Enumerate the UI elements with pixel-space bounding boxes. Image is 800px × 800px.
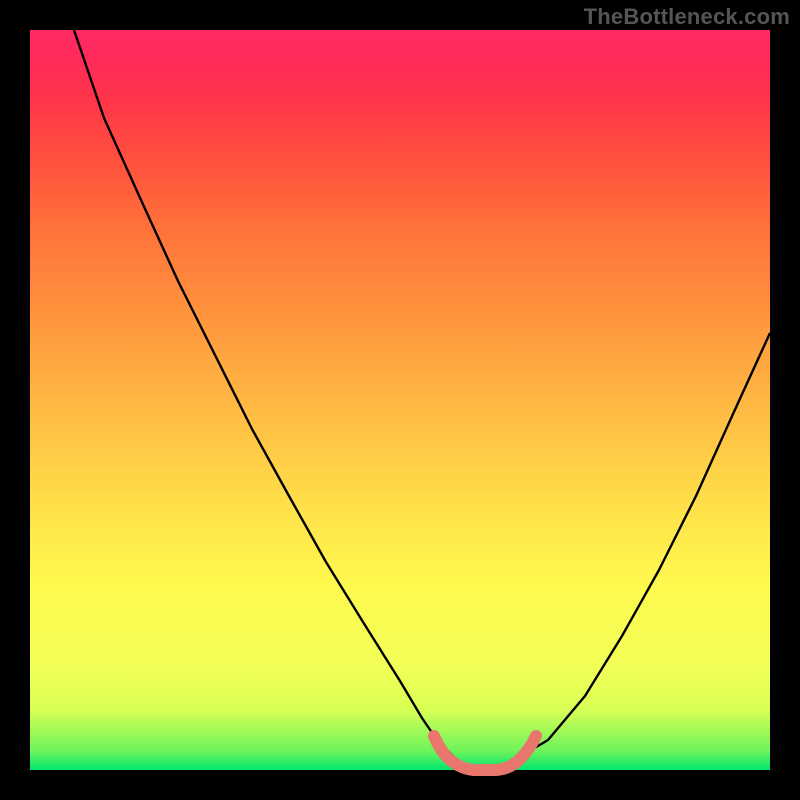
- flat-bottom-highlight: [434, 736, 536, 770]
- chart-frame: TheBottleneck.com: [0, 0, 800, 800]
- bottleneck-curve: [74, 30, 770, 770]
- watermark-text: TheBottleneck.com: [584, 4, 790, 30]
- plot-area: [30, 30, 770, 770]
- curve-svg: [30, 30, 770, 770]
